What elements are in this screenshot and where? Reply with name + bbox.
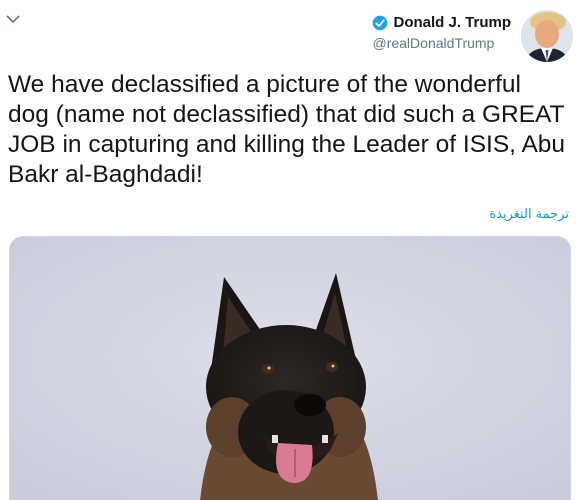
dog-photo <box>10 237 570 500</box>
chevron-down-icon <box>6 14 20 23</box>
tweet-media[interactable] <box>9 236 571 500</box>
author-handle[interactable]: @realDonaldTrump <box>372 35 511 51</box>
avatar[interactable] <box>521 10 573 62</box>
verified-badge-icon <box>373 15 388 30</box>
tweet-menu-button[interactable] <box>4 10 22 28</box>
tweet: Donald J. Trump @realDonaldTrump We have… <box>0 0 581 500</box>
author-block[interactable]: Donald J. Trump @realDonaldTrump <box>372 14 511 51</box>
translate-tweet-link[interactable]: ترجمة التغريدة <box>489 207 569 222</box>
author-name[interactable]: Donald J. Trump <box>393 14 511 31</box>
tweet-text: We have declassified a picture of the wo… <box>8 71 566 188</box>
